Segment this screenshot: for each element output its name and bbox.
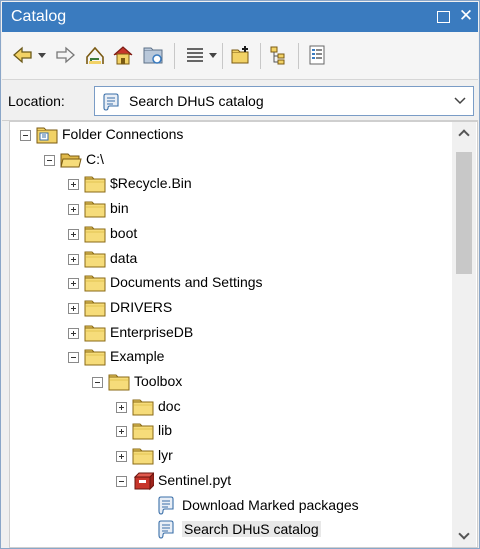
tree-node[interactable]: data [10,247,450,271]
expand-icon[interactable] [68,204,79,216]
folder-icon [132,397,154,417]
folder-icon [84,273,106,293]
folder-icon [108,372,130,392]
scroll-up-icon[interactable] [452,122,476,144]
location-row: Location: Search DHuS catalog [2,81,478,121]
open-folder-icon [60,150,82,170]
tree-node-label: DRIVERS [110,298,173,315]
window-title: Catalog [11,8,67,25]
folder-icon [132,421,154,441]
back-icon[interactable] [12,44,34,66]
tree-node-label: Example [110,348,165,365]
up-one-level-icon[interactable] [84,44,106,66]
expand-icon[interactable] [68,253,79,265]
tree-node[interactable]: doc [10,395,450,419]
tree-node-label: Sentinel.pyt [158,471,232,488]
tree-node-label: doc [158,397,181,414]
tree-node[interactable]: EnterpriseDB [10,321,450,345]
toolbar-separator [222,43,223,69]
tree-node[interactable]: Documents and Settings [10,271,450,295]
tree-node[interactable]: lib [10,419,450,443]
tree-node[interactable]: Folder Connections [10,123,450,147]
collapse-icon[interactable] [20,130,31,141]
script-tool-icon [156,520,178,540]
folder-icon [84,224,106,244]
properties-icon[interactable] [306,44,328,66]
chevron-down-icon[interactable] [453,93,467,107]
tree-node[interactable]: boot [10,222,450,246]
tree-node[interactable]: Sentinel.pyt [10,469,450,493]
expand-icon[interactable] [116,426,127,438]
tree-node[interactable]: bin [10,197,450,221]
connect-folder-icon[interactable] [142,44,164,66]
folder-icon [132,446,154,466]
folder-icon [84,323,106,343]
tree-node[interactable]: lyr [10,444,450,468]
script-tool-icon [102,92,122,112]
expand-icon[interactable] [68,302,79,314]
tree-node-label: Folder Connections [62,126,184,142]
tree-node-label: lib [158,422,173,439]
expand-icon[interactable] [68,278,79,290]
scroll-down-icon[interactable] [452,525,476,547]
catalog-toolbar [2,32,478,80]
tree-node-label: $Recycle.Bin [110,175,192,192]
expand-icon[interactable] [68,327,79,339]
new-folder-icon[interactable] [230,44,252,66]
expand-icon[interactable] [68,228,79,240]
expand-icon[interactable] [116,401,127,413]
scrollbar-thumb[interactable] [456,152,472,274]
folder-icon [84,199,106,219]
toolbar-separator [298,43,299,69]
collapse-icon[interactable] [92,377,103,388]
toggle-contents-icon[interactable] [268,44,290,66]
back-dropdown-icon[interactable] [38,53,46,58]
tree-node[interactable]: Download Marked packages [10,494,450,518]
tree-node[interactable]: DRIVERS [10,296,450,320]
catalog-window: Catalog ✕ Location: Search DHuS catalog … [0,0,480,549]
tree-node[interactable]: Toolbox [10,370,450,394]
location-label: Location: [8,93,65,109]
tree-node-label: boot [110,224,138,241]
folder-icon [84,174,106,194]
python-toolbox-icon [132,471,154,491]
toolbar-separator [174,43,175,69]
tree-node[interactable]: Example [10,345,450,369]
folder-icon [84,298,106,318]
folder-connections-icon [36,125,58,145]
collapse-icon[interactable] [44,154,55,166]
expand-icon[interactable] [68,179,79,191]
tree-node-label: C:\ [86,150,104,167]
title-bar[interactable]: Catalog ✕ [2,2,478,32]
collapse-icon[interactable] [68,352,79,364]
folder-icon [84,347,106,367]
views-icon[interactable] [184,44,206,66]
tree-node-label: Documents and Settings [110,274,263,291]
tree-node-label: bin [110,200,129,217]
tree-node[interactable]: Search DHuS catalog [10,518,450,542]
home-icon[interactable] [112,44,134,66]
tree-node[interactable]: C:\ [10,148,450,172]
location-value: Search DHuS catalog [129,93,264,109]
tree-node-label: Download Marked packages [182,496,359,513]
views-dropdown-icon[interactable] [209,53,217,58]
folder-icon [84,249,106,269]
script-tool-icon [156,495,178,516]
tree-node-label: Toolbox [134,373,183,389]
catalog-tree[interactable]: Folder Connections C:\ $Recycle.Bin bin boot… [9,121,478,548]
tree-node[interactable]: $Recycle.Bin [10,172,450,196]
tree-node-label-selected: Search DHuS catalog [182,521,321,538]
location-combobox[interactable]: Search DHuS catalog [94,86,474,116]
tree-node-label: data [110,249,138,266]
tree-node-label: EnterpriseDB [110,323,194,340]
forward-icon[interactable] [54,44,76,66]
close-icon[interactable]: ✕ [457,7,475,25]
tree-scrollbar[interactable] [452,122,476,547]
expand-icon[interactable] [116,451,127,463]
toolbar-separator [260,43,261,69]
restore-icon[interactable] [434,7,452,25]
collapse-icon[interactable] [116,475,127,487]
tree-node-label: lyr [158,447,173,464]
